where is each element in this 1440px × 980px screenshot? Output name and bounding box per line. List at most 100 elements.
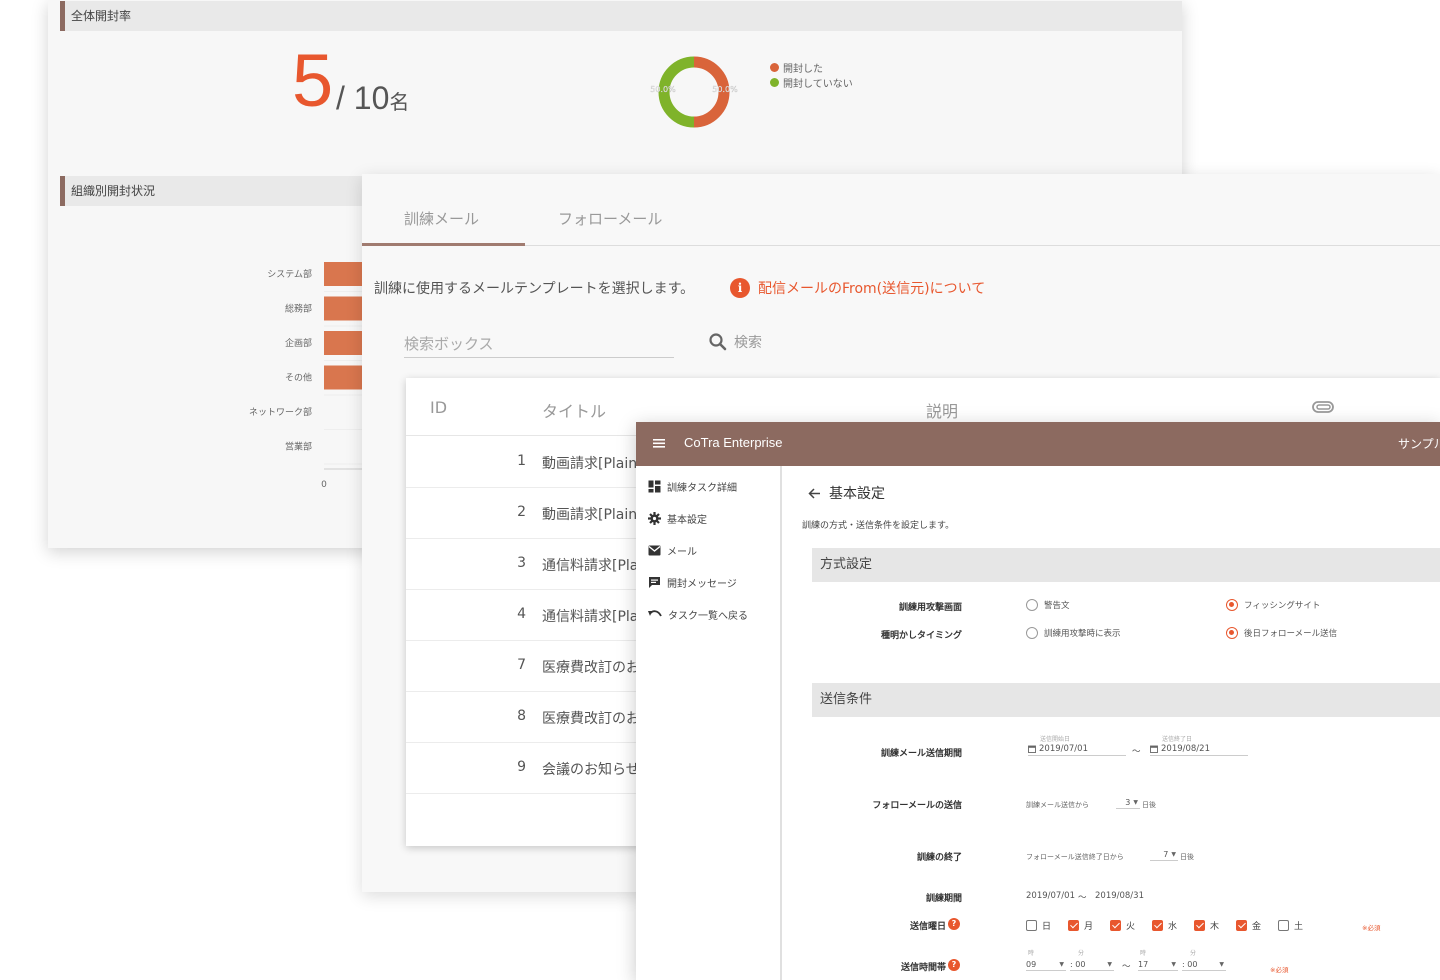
start-minute-value: : 00 [1070, 960, 1086, 969]
weekday-wed[interactable]: 水 [1152, 919, 1177, 932]
end-minute-value: : 00 [1182, 960, 1198, 969]
required-note-time: ※必須 [1270, 966, 1289, 974]
end-hour-caption: 時 [1140, 950, 1147, 957]
weekday-tue[interactable]: 火 [1110, 919, 1135, 932]
nav-task-detail[interactable]: 訓練タスク詳細 [648, 476, 737, 496]
nav-open-message-label: 開封メッセージ [667, 578, 737, 590]
tab-follow-mail[interactable]: フォローメール [558, 208, 662, 229]
nav-task-detail-label: 訓練タスク詳細 [667, 482, 737, 494]
send-weekday-label: 送信曜日 [909, 922, 946, 932]
training-period-separator: ～ [1078, 893, 1087, 903]
start-hour-select[interactable]: 09 ▼ [1026, 959, 1066, 971]
opened-count: 5 [292, 39, 334, 122]
radio-warning-text[interactable]: 警告文 [1026, 599, 1070, 611]
from-address-info-link[interactable]: 配信メールのFrom(送信元)について [758, 278, 985, 298]
search-icon [709, 333, 727, 351]
row-id: 2 [517, 504, 526, 520]
caret-down-icon: ▼ [1219, 961, 1224, 968]
column-description[interactable]: 説明 [926, 398, 958, 422]
attachment-icon [1312, 401, 1334, 413]
row-id: 7 [517, 657, 526, 673]
weekday-sat-label: 土 [1294, 922, 1304, 932]
template-search-input[interactable] [404, 330, 674, 358]
weekday-fri[interactable]: 金 [1236, 919, 1261, 932]
help-icon[interactable]: ? [948, 959, 960, 971]
end-days-select[interactable]: 7 ▼ [1150, 849, 1178, 861]
send-start-date-field[interactable]: 2019/07/01 [1028, 742, 1126, 756]
send-period-label: 訓練メール送信期間 [880, 749, 962, 759]
weekday-wed-box [1152, 920, 1163, 931]
legend-dot-not-opened [770, 78, 779, 87]
total-count: / 10名 [336, 78, 409, 123]
hamburger-menu-icon[interactable] [652, 436, 666, 450]
radio-phishing-site-ring [1226, 599, 1238, 611]
attack-screen-label: 訓練用攻撃画面 [898, 603, 962, 613]
weekday-thu-box [1194, 920, 1205, 931]
nav-open-message[interactable]: 開封メッセージ [648, 572, 737, 592]
start-minute-select[interactable]: : 00 ▼ [1070, 959, 1114, 971]
open-rate-header: 全体開封率 [60, 1, 1182, 31]
end-hour-value: 17 [1138, 960, 1149, 969]
row-title: 会議のお知らせ [542, 762, 640, 778]
column-id[interactable]: ID [430, 398, 447, 417]
legend-opened-label: 開封した [783, 64, 823, 75]
nav-mail[interactable]: メール [648, 540, 697, 560]
caret-down-icon: ▼ [1133, 799, 1138, 806]
caret-down-icon: ▼ [1171, 851, 1176, 858]
training-end-text: フォローメール送信終了日から [1026, 853, 1124, 861]
dashboard-icon [648, 480, 661, 492]
weekday-sat-box [1278, 920, 1289, 931]
row-title: 動画請求[Plain [542, 507, 638, 523]
nav-back-to-task-list-label: タスク一覧へ戻る [668, 610, 748, 622]
method-section-header: 方式設定 [812, 548, 1440, 582]
bar-category-label: その他 [285, 372, 312, 384]
weekday-sun-label: 日 [1042, 922, 1052, 932]
template-tabs: 訓練メール フォローメール [362, 174, 1440, 246]
start-minute-caption: 分 [1078, 950, 1085, 957]
start-hour-caption: 時 [1028, 950, 1035, 957]
end-days-unit: 日後 [1180, 853, 1194, 861]
mail-icon [648, 545, 661, 555]
bar-category-label: ネットワーク部 [249, 406, 312, 418]
undo-icon [648, 610, 662, 617]
radio-phishing-site[interactable]: フィッシングサイト [1226, 599, 1320, 611]
training-period-start: 2019/07/01 [1026, 891, 1075, 901]
weekday-tue-label: 火 [1126, 922, 1136, 932]
weekday-sat[interactable]: 土 [1278, 919, 1303, 932]
page-title-text: 基本設定 [829, 486, 885, 502]
follow-days-unit: 日後 [1142, 801, 1156, 809]
follow-days-select[interactable]: 3 ▼ [1116, 797, 1140, 809]
search-button[interactable]: 検索 [708, 332, 762, 352]
nav-back-to-task-list[interactable]: タスク一覧へ戻る [648, 604, 748, 624]
help-icon[interactable]: ? [948, 918, 960, 930]
bar-category-label: システム部 [267, 268, 312, 280]
weekday-thu[interactable]: 木 [1194, 919, 1219, 932]
weekday-sun[interactable]: 日 [1026, 919, 1051, 932]
training-period-end: 2019/08/31 [1095, 891, 1144, 901]
donut-data-label: 50.0% [712, 85, 738, 94]
column-title[interactable]: タイトル [542, 398, 606, 422]
weekday-mon[interactable]: 月 [1068, 919, 1093, 932]
user-name[interactable]: サンプル [1398, 435, 1440, 452]
end-hour-select[interactable]: 17 ▼ [1138, 959, 1178, 971]
radio-show-on-attack[interactable]: 訓練用攻撃時に表示 [1026, 627, 1121, 639]
radio-follow-mail-later[interactable]: 後日フォローメール送信 [1226, 627, 1337, 639]
settings-content: 基本設定 訓練の方式・送信条件を設定します。 方式設定 訓練用攻撃画面 警告文 … [782, 466, 1440, 980]
end-minute-select[interactable]: : 00 ▼ [1182, 959, 1226, 971]
arrow-left-icon[interactable] [808, 487, 821, 499]
send-end-date-field[interactable]: 2019/08/21 [1150, 742, 1248, 756]
page-description: 訓練の方式・送信条件を設定します。 [802, 521, 955, 531]
nav-basic-settings[interactable]: 基本設定 [648, 508, 707, 528]
tab-training-mail[interactable]: 訓練メール [404, 208, 479, 229]
x-tick-label: 0 [321, 480, 327, 490]
radio-show-on-attack-ring [1026, 627, 1038, 639]
row-id: 1 [517, 453, 526, 469]
nav-basic-settings-label: 基本設定 [667, 514, 707, 526]
side-navigation: 訓練タスク詳細 基本設定 メール 開封メッセージ タスク一覧へ戻る [636, 466, 782, 980]
page-title[interactable]: 基本設定 [808, 483, 885, 503]
row-title: 通信料請求[Pla [542, 558, 639, 574]
weekday-thu-label: 木 [1210, 922, 1220, 932]
bar-category-label: 営業部 [285, 441, 312, 453]
bar-category-label: 総務部 [285, 303, 312, 315]
legend-not-opened: 開封していない [770, 75, 853, 90]
